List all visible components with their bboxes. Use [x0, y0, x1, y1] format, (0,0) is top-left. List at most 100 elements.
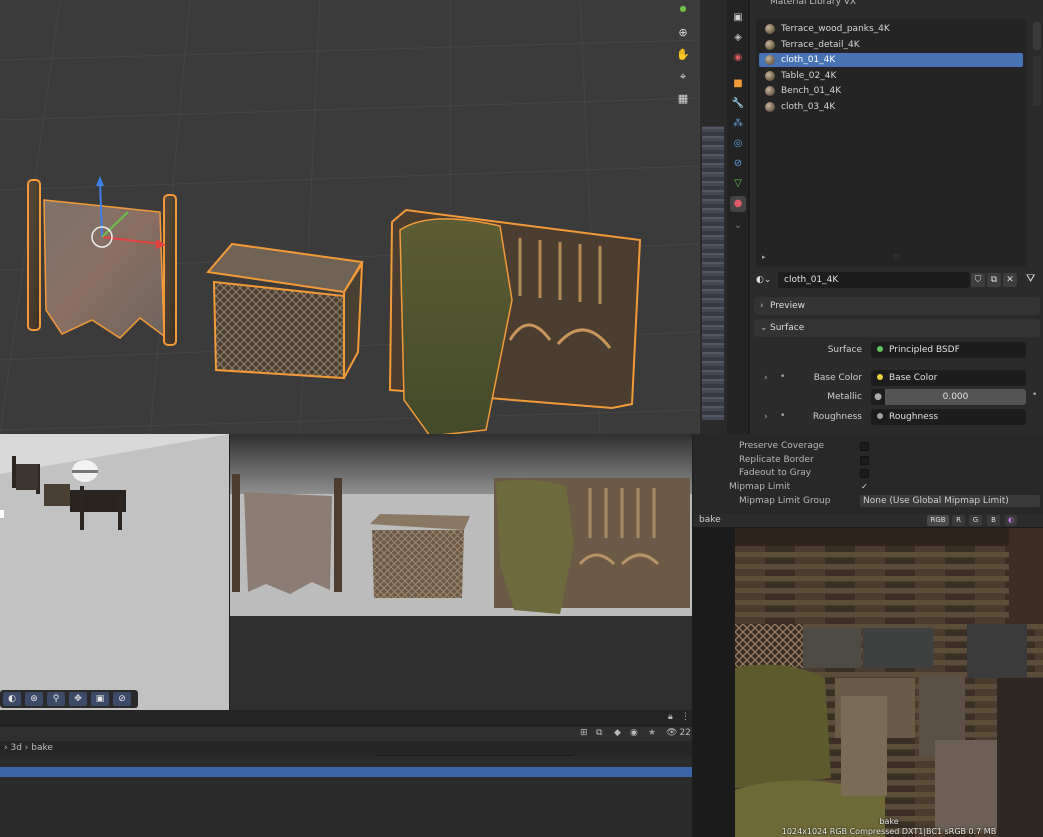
keyframe-dot-icon[interactable]: •	[1032, 390, 1037, 400]
bench-object	[388, 208, 642, 434]
tag-icon[interactable]: ◆	[614, 728, 621, 738]
preserve-coverage-checkbox[interactable]	[860, 442, 869, 451]
unlink-material-icon[interactable]: ✕	[1003, 273, 1017, 287]
lock-icon[interactable]: 🔒︎	[668, 712, 673, 722]
channel-b-button[interactable]: B	[987, 515, 1000, 526]
particles-tab-icon[interactable]: ⁂	[730, 116, 746, 132]
metallic-label: Metallic	[827, 392, 862, 402]
unity-game-view[interactable]	[230, 434, 692, 710]
breadcrumb-separator-icon: ›	[21, 743, 32, 753]
blender-3d-viewport[interactable]: ● ⊕ ✋ ⌖ ▦	[0, 0, 700, 434]
zoom-tool-icon[interactable]: ⚲	[47, 692, 65, 706]
mipmap-limit-checkbox[interactable]: ✓	[860, 483, 869, 492]
preview-title: bake	[699, 515, 721, 525]
favorite-star-icon[interactable]: ★	[648, 728, 656, 738]
material-properties-panel: Material Library VX Terrace_wood_panks_4…	[750, 0, 1043, 434]
expand-roughness-icon[interactable]: ›	[764, 412, 768, 422]
mip-slider-icon[interactable]: ◐	[1005, 515, 1017, 526]
axis-gizmo-icon[interactable]: ●	[674, 0, 692, 18]
grid-toggle-icon[interactable]: ▦	[674, 90, 692, 108]
panel-tab-bar: 🔒︎ ⋮	[0, 710, 692, 726]
modifier-tab-icon[interactable]: 🔧	[730, 96, 746, 112]
fadeout-checkbox[interactable]	[860, 469, 869, 478]
preserve-coverage-row: Preserve Coverage	[693, 440, 1043, 453]
duplicate-material-icon[interactable]: ⧉	[987, 273, 1001, 287]
fake-user-shield-icon[interactable]: ⛉	[971, 273, 985, 287]
world-tab-icon[interactable]: ◉	[730, 50, 746, 66]
channel-r-button[interactable]: R	[952, 515, 965, 526]
texture-format-info: 1024x1024 RGB Compressed DXT1|BC1 sRGB 0…	[781, 827, 997, 836]
list-item[interactable]: Terrace_detail_4K	[759, 38, 1023, 52]
list-item[interactable]: Bench_01_4K	[759, 84, 1023, 98]
physics-tab-icon[interactable]: ◎	[730, 136, 746, 152]
game-view-render	[230, 434, 692, 710]
list-item[interactable]: cloth_03_4K	[759, 100, 1023, 114]
lattice-chest-object	[206, 242, 364, 380]
visibility-eye-icon[interactable]: 👁︎ 22	[666, 728, 691, 738]
preview-header: bake RGB R G B ◐	[693, 514, 1043, 527]
preserve-coverage-label: Preserve Coverage	[739, 441, 825, 451]
scene-tool-strip: ◐ ⊛ ⚲ ✥ ▣ ⊘	[0, 690, 138, 708]
channel-rgb-button[interactable]: RGB	[927, 515, 949, 526]
library-panel-title: Material Library VX	[770, 0, 857, 7]
base-color-link-field[interactable]: Base Color	[871, 370, 1026, 386]
node-filter-icon[interactable]: ⛛	[1026, 272, 1035, 286]
project-toolbar: ⚲ ⊞ ⧉ ◆ ◉ ★ 👁︎22	[0, 727, 692, 756]
texture-name: bake	[879, 817, 899, 826]
output-tab-icon[interactable]: ◈	[730, 30, 746, 46]
render-tab-icon[interactable]: ▣	[730, 10, 746, 26]
surface-panel-header[interactable]: ⌄ Surface	[754, 319, 1040, 337]
metallic-socket-dot-icon[interactable]: ●	[871, 389, 885, 405]
pan-hand-icon[interactable]: ✋	[674, 46, 692, 64]
mipmap-group-select[interactable]: None (Use Global Mipmap Limit)	[860, 495, 1040, 507]
list-item-selected[interactable]: cloth_01_4K	[759, 53, 1023, 67]
editor-divider-strip	[700, 0, 727, 434]
background-texture	[702, 126, 724, 420]
surface-shader-field[interactable]: Principled BSDF	[871, 342, 1026, 358]
material-browse-icon[interactable]: ◐⌄	[756, 272, 776, 288]
list-side-buttons[interactable]	[1033, 22, 1041, 50]
material-tab-icon[interactable]: ●	[730, 196, 746, 212]
replicate-border-row: Replicate Border	[693, 454, 1043, 467]
layers-tool-icon[interactable]: ⊛	[25, 692, 43, 706]
camera-icon[interactable]: ⌖	[674, 68, 692, 86]
list-expand-icon[interactable]: ▸	[762, 253, 766, 261]
search-by-label-icon[interactable]: ⧉	[596, 728, 602, 738]
base-color-label: Base Color	[813, 373, 862, 383]
metallic-value-field[interactable]: 0.000	[885, 389, 1026, 405]
chevron-down-icon[interactable]: ⌄	[730, 218, 746, 234]
search-by-type-icon[interactable]: ⊞	[580, 728, 588, 738]
visible-count: 22	[679, 728, 691, 738]
expand-base-color-icon[interactable]: ›	[764, 373, 768, 383]
breadcrumb-item[interactable]: 3d	[10, 743, 21, 753]
channel-g-button[interactable]: G	[969, 515, 982, 526]
list-scroll-icon[interactable]	[1033, 56, 1041, 106]
texture-info-caption: bake 1024x1024 RGB Compressed DXT1|BC1 s…	[735, 817, 1043, 837]
constraints-tab-icon[interactable]: ⊘	[730, 156, 746, 172]
data-tab-icon[interactable]: ▽	[730, 176, 746, 192]
unity-scene-view[interactable]: ◐ ⊛ ⚲ ✥ ▣ ⊘	[0, 434, 229, 710]
texture-import-inspector: Preserve Coverage Replicate Border Fadeo…	[693, 434, 1043, 514]
mipmap-group-label: Mipmap Limit Group	[739, 496, 831, 506]
selected-asset-row[interactable]	[0, 767, 692, 777]
fadeout-label: Fadeout to Gray	[739, 468, 812, 478]
orbit-tool-icon[interactable]: ◐	[3, 692, 21, 706]
object-tab-icon[interactable]: ■	[730, 76, 746, 92]
breadcrumb-item[interactable]: bake	[31, 743, 53, 753]
list-item[interactable]: Terrace_wood_panks_4K	[759, 22, 1023, 36]
texture-preview-panel: bake RGB R G B ◐ bake 1024x1024 RGB Comp…	[693, 514, 1043, 837]
unity-project-panel: 🔒︎ ⋮ ⚲ ⊞ ⧉ ◆ ◉ ★ 👁︎22 › 3d › bake	[0, 710, 692, 837]
material-name-field[interactable]: cloth_01_4K	[778, 272, 970, 288]
roughness-link-field[interactable]: Roughness	[871, 409, 1026, 425]
list-item[interactable]: Table_02_4K	[759, 69, 1023, 83]
preview-panel-header[interactable]: › Preview	[754, 297, 1040, 315]
filter-icon[interactable]: ◉	[630, 728, 638, 738]
camera-tool-icon[interactable]: ▣	[91, 692, 109, 706]
more-options-icon[interactable]: ⋮	[681, 712, 690, 722]
zoom-icon[interactable]: ⊕	[674, 24, 692, 42]
gizmo-tool-icon[interactable]: ⊘	[113, 692, 131, 706]
move-tool-icon[interactable]: ✥	[69, 692, 87, 706]
list-resize-handle[interactable]: ∷	[894, 253, 898, 261]
replicate-border-checkbox[interactable]	[860, 456, 869, 465]
material-slot-list[interactable]: Terrace_wood_panks_4K Terrace_detail_4K …	[756, 19, 1026, 267]
